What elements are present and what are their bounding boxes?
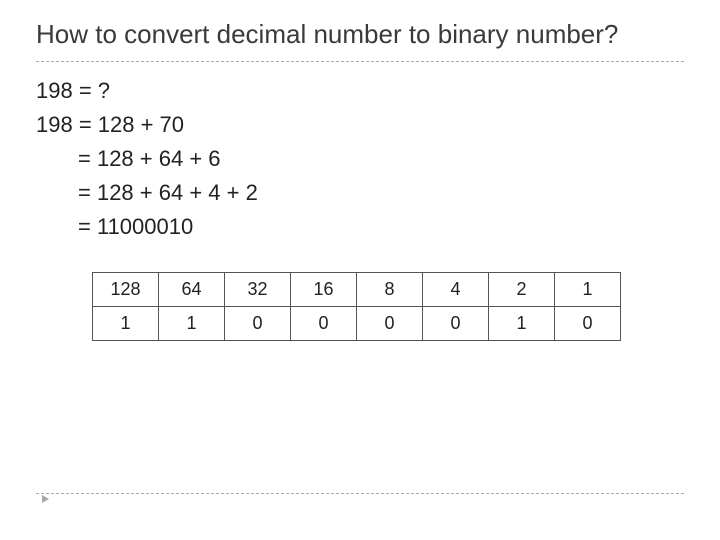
table-row: 1 1 0 0 0 0 1 0 [93, 306, 621, 340]
table-value-cell: 0 [225, 306, 291, 340]
page-title: How to convert decimal number to binary … [36, 18, 684, 61]
step-line-2: 198 = 128 + 70 [36, 108, 684, 142]
step-line-5: = 11000010 [36, 210, 684, 244]
table-value-cell: 0 [555, 306, 621, 340]
table-header-cell: 16 [291, 272, 357, 306]
binary-table-wrap: 128 64 32 16 8 4 2 1 1 1 0 0 0 0 1 0 [36, 272, 684, 341]
footer-divider [36, 493, 684, 494]
table-header-cell: 128 [93, 272, 159, 306]
table-header-cell: 4 [423, 272, 489, 306]
conversion-steps: 198 = ? 198 = 128 + 70 = 128 + 64 + 6 = … [36, 70, 684, 244]
step-line-3: = 128 + 64 + 6 [36, 142, 684, 176]
table-value-cell: 0 [291, 306, 357, 340]
table-header-cell: 64 [159, 272, 225, 306]
title-divider [36, 61, 684, 62]
table-value-cell: 0 [423, 306, 489, 340]
step-line-4: = 128 + 64 + 4 + 2 [36, 176, 684, 210]
table-header-cell: 32 [225, 272, 291, 306]
binary-table: 128 64 32 16 8 4 2 1 1 1 0 0 0 0 1 0 [92, 272, 621, 341]
step-line-1: 198 = ? [36, 74, 684, 108]
table-header-cell: 2 [489, 272, 555, 306]
table-value-cell: 1 [159, 306, 225, 340]
table-header-cell: 8 [357, 272, 423, 306]
table-row: 128 64 32 16 8 4 2 1 [93, 272, 621, 306]
bullet-icon [40, 494, 50, 504]
table-value-cell: 1 [489, 306, 555, 340]
table-value-cell: 0 [357, 306, 423, 340]
table-value-cell: 1 [93, 306, 159, 340]
table-header-cell: 1 [555, 272, 621, 306]
